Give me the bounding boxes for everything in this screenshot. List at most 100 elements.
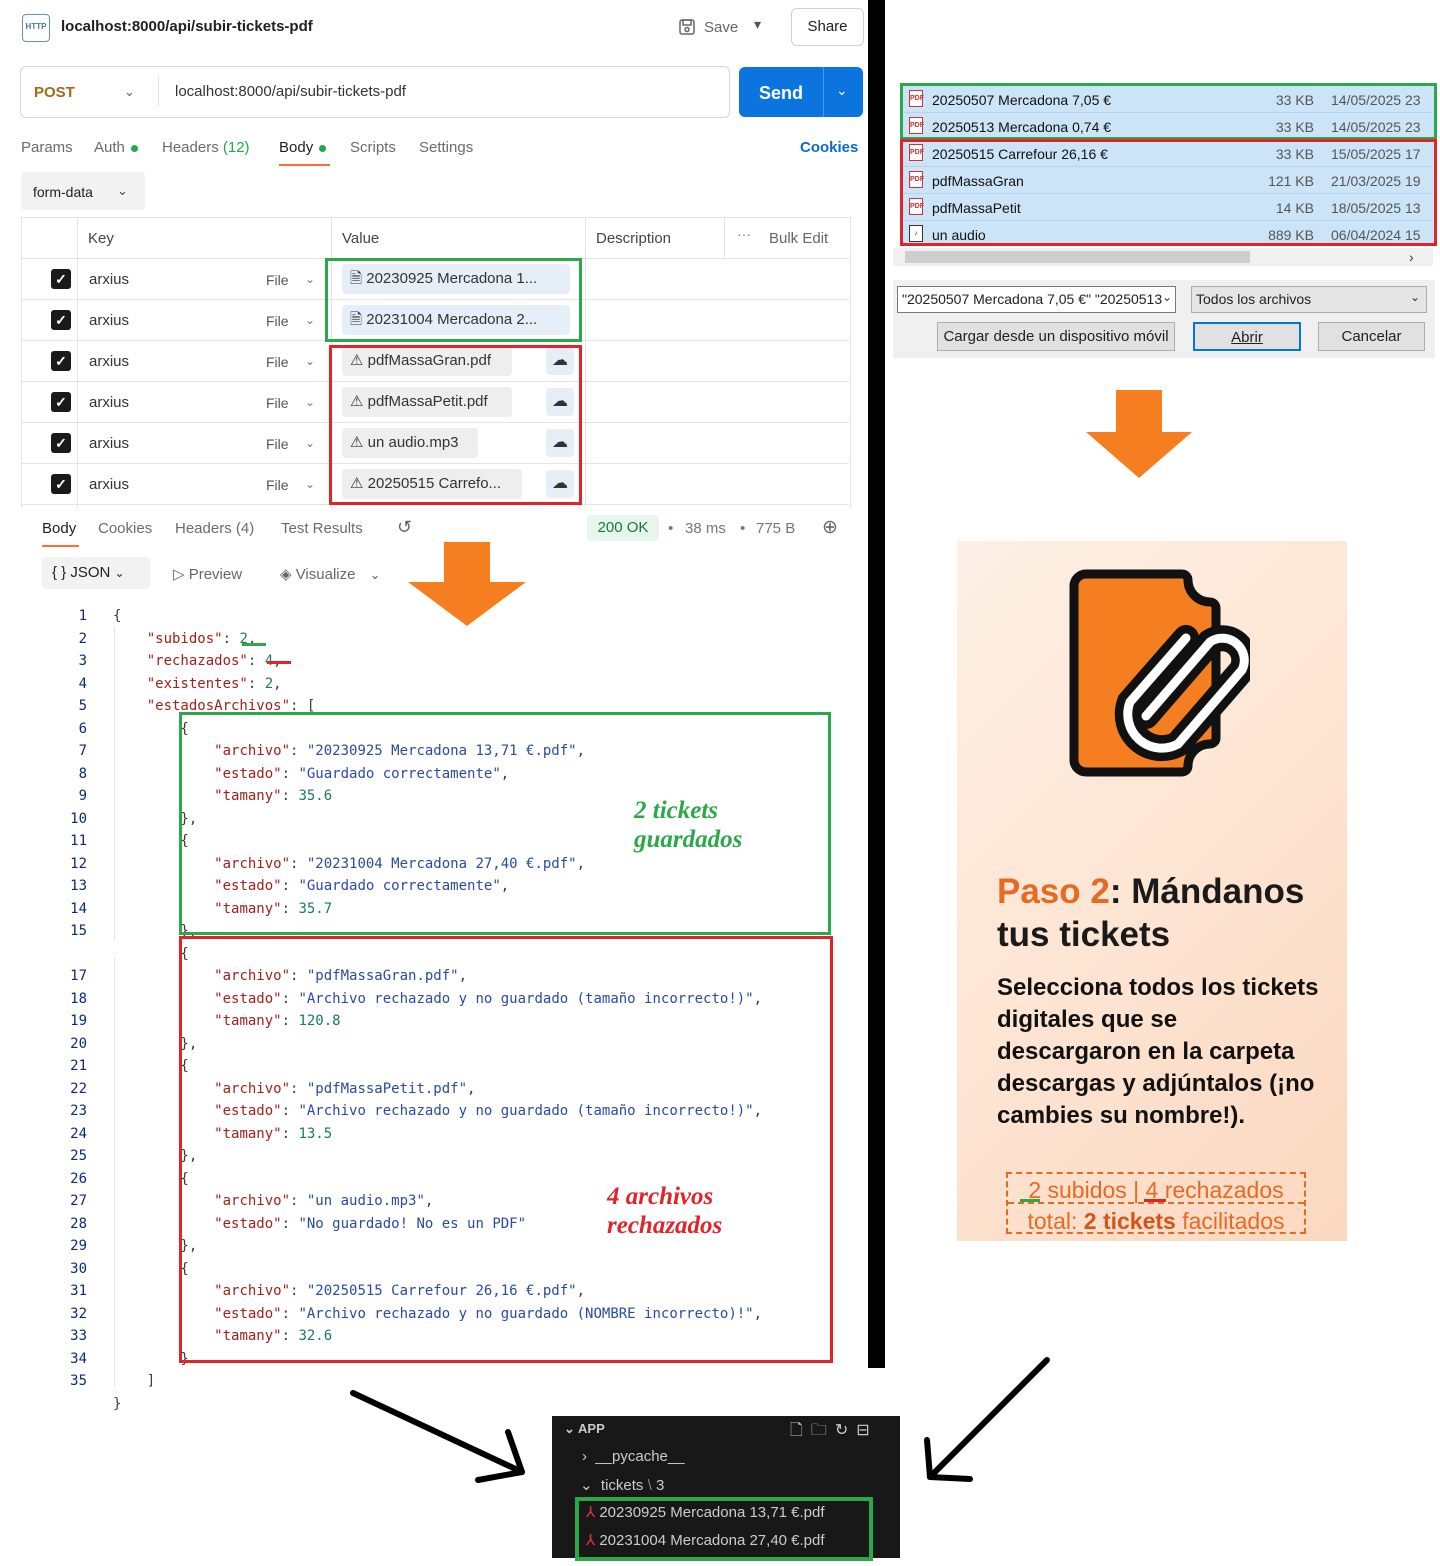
column-key: Key: [88, 230, 114, 247]
row-key[interactable]: arxius: [89, 394, 129, 411]
more-options-icon[interactable]: ···: [737, 226, 751, 242]
line-number: 10: [70, 810, 87, 827]
row-checkbox[interactable]: ✓: [51, 351, 71, 371]
new-file-icon[interactable]: 🗋: [790, 1422, 811, 1439]
row-type[interactable]: File: [266, 477, 289, 493]
row-type[interactable]: File: [266, 395, 289, 411]
cookies-link[interactable]: Cookies: [800, 139, 858, 156]
file-type-chevron-icon[interactable]: ⌄: [1410, 290, 1420, 304]
response-tab-body[interactable]: Body: [42, 520, 76, 537]
globe-icon[interactable]: ⊕: [822, 516, 838, 539]
line-number: 24: [70, 1125, 87, 1142]
saved-annotation-line1: 2 tickets: [634, 797, 719, 824]
body-type-label: form-data: [33, 184, 93, 200]
response-tab-headers[interactable]: Headers (4): [175, 520, 254, 537]
saved-annotation: 2 tickets guardados: [634, 796, 742, 854]
filename-input[interactable]: "20250507 Mercadona 7,05 €" "20250513: [897, 286, 1176, 313]
save-button[interactable]: Save: [678, 16, 738, 38]
tab-headers[interactable]: Headers (12): [162, 139, 250, 156]
visualize-button[interactable]: ◈ Visualize ⌄: [280, 565, 381, 583]
share-button[interactable]: Share: [791, 8, 864, 46]
row-type[interactable]: File: [266, 436, 289, 452]
code-line: }: [113, 1350, 189, 1367]
rejected-label: rechazados: [1164, 1177, 1284, 1203]
code-line: {: [113, 1260, 189, 1277]
send-label[interactable]: Send: [759, 83, 803, 104]
ticket-paperclip-icon: [1069, 569, 1250, 777]
preview-button[interactable]: ▷ Preview: [173, 565, 242, 583]
headers-count: (12): [222, 139, 250, 156]
bulk-edit-link[interactable]: Bulk Edit: [769, 230, 828, 247]
new-folder-icon[interactable]: 🗀: [811, 1422, 835, 1439]
file-type-select[interactable]: Todos los archivos: [1191, 286, 1427, 313]
filename-chevron-icon[interactable]: ⌄: [1162, 290, 1172, 304]
total-label: total:: [1027, 1208, 1078, 1234]
folder-pycache[interactable]: › __pycache__: [582, 1448, 685, 1465]
row-checkbox[interactable]: ✓: [51, 433, 71, 453]
open-button[interactable]: Abrir: [1193, 322, 1301, 351]
response-tab-test-results[interactable]: Test Results: [281, 520, 363, 537]
cancel-button[interactable]: Cancelar: [1318, 322, 1425, 351]
type-chevron-icon[interactable]: ⌄: [305, 313, 315, 327]
explorer-root[interactable]: ⌄ APP: [564, 1421, 605, 1437]
line-number: 25: [70, 1148, 87, 1164]
tab-settings[interactable]: Settings: [419, 139, 473, 156]
collapse-all-icon[interactable]: ⊟: [856, 1422, 877, 1439]
row-key[interactable]: arxius: [89, 476, 129, 493]
type-chevron-icon[interactable]: ⌄: [305, 395, 315, 409]
request-title[interactable]: localhost:8000/api/subir-tickets-pdf: [61, 18, 313, 35]
url-input[interactable]: localhost:8000/api/subir-tickets-pdf: [175, 83, 406, 100]
scroll-right-icon[interactable]: ›: [1409, 249, 1414, 265]
row-type[interactable]: File: [266, 313, 289, 329]
folder-name: __pycache__: [595, 1448, 685, 1465]
line-number: 28: [70, 1215, 87, 1232]
total-suffix: facilitados: [1182, 1208, 1285, 1234]
row-checkbox[interactable]: ✓: [51, 269, 71, 289]
send-separator: [823, 67, 824, 117]
row-checkbox[interactable]: ✓: [51, 474, 71, 494]
code-line: {: [113, 833, 189, 849]
mobile-upload-button[interactable]: Cargar desde un dispositivo móvil: [937, 322, 1175, 351]
method-chevron-icon[interactable]: ⌄: [124, 84, 135, 100]
saved-files-highlight: [575, 1497, 873, 1561]
row-type[interactable]: File: [266, 354, 289, 370]
method-select[interactable]: POST: [34, 84, 75, 101]
tab-body[interactable]: Body: [279, 139, 327, 156]
history-icon[interactable]: ↺: [397, 517, 412, 538]
line-number: 15: [70, 923, 87, 939]
row-key[interactable]: arxius: [89, 271, 129, 288]
visualize-chevron-icon: ⌄: [369, 567, 381, 582]
send-options-chevron-icon[interactable]: ⌄: [836, 82, 848, 99]
card-title: Paso 2: Mándanos tus tickets: [997, 870, 1337, 956]
row-type[interactable]: File: [266, 272, 289, 288]
response-time: 38 ms: [685, 520, 726, 537]
url-divider: [158, 76, 159, 106]
format-label: { } JSON ⌄: [52, 564, 125, 581]
tab-auth[interactable]: Auth: [94, 139, 138, 156]
folder-badge: 3: [655, 1477, 665, 1494]
scrollbar-thumb[interactable]: [905, 251, 1250, 263]
column-description: Description: [596, 230, 672, 247]
line-number: 23: [70, 1103, 87, 1119]
folder-tickets[interactable]: ⌄ tickets \ 3: [580, 1476, 664, 1494]
row-key[interactable]: arxius: [89, 435, 129, 452]
tab-params[interactable]: Params: [21, 139, 73, 156]
rejected-annotation: 4 archivos rechazados: [607, 1182, 722, 1240]
row-checkbox[interactable]: ✓: [51, 392, 71, 412]
save-icon: [679, 19, 695, 35]
type-chevron-icon[interactable]: ⌄: [305, 436, 315, 450]
response-tab-cookies[interactable]: Cookies: [98, 520, 152, 537]
row-key[interactable]: arxius: [89, 353, 129, 370]
type-chevron-icon[interactable]: ⌄: [305, 272, 315, 286]
refresh-icon[interactable]: ↻: [835, 1422, 856, 1439]
chevron-down-icon: ⌄: [580, 1477, 601, 1494]
type-chevron-icon[interactable]: ⌄: [305, 354, 315, 368]
type-chevron-icon[interactable]: ⌄: [305, 477, 315, 491]
grid-divider: [77, 218, 78, 508]
row-key[interactable]: arxius: [89, 312, 129, 329]
tab-scripts[interactable]: Scripts: [350, 139, 396, 156]
line-number: 33: [70, 1328, 87, 1344]
code-line: {: [113, 720, 189, 737]
row-checkbox[interactable]: ✓: [51, 310, 71, 330]
save-options-chevron-icon[interactable]: ▾: [754, 16, 761, 33]
